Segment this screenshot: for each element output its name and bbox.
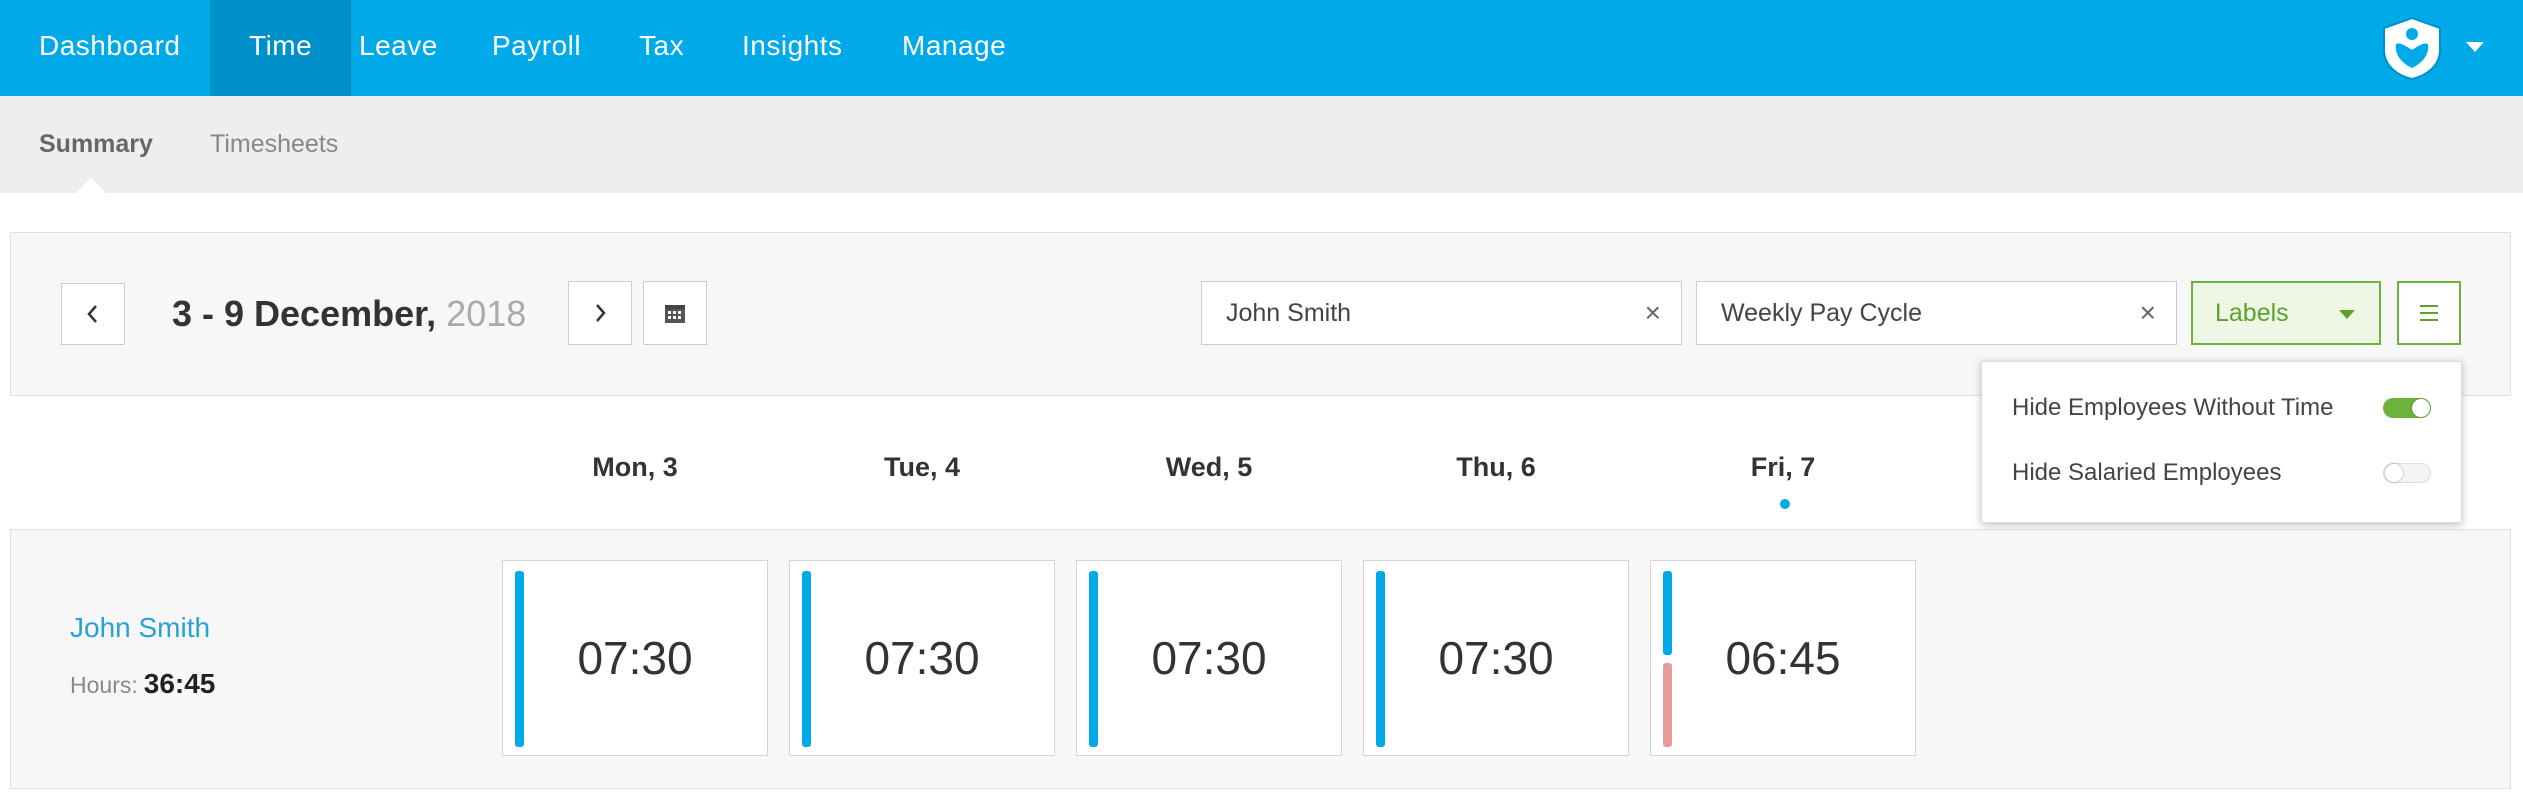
date-range-text: 3 - 9 December, (172, 293, 437, 334)
account-logo-icon[interactable] (2380, 16, 2444, 80)
nav-payroll[interactable]: Payroll (453, 0, 620, 96)
labels-dropdown-label: Labels (2215, 299, 2289, 327)
employee-filter[interactable]: John Smith × (1201, 281, 1682, 345)
hours-label: Hours: (70, 672, 138, 698)
chevron-left-icon (87, 305, 97, 323)
pay-cycle-filter[interactable]: Weekly Pay Cycle × (1696, 281, 2177, 345)
previous-week-button[interactable] (61, 283, 125, 345)
labels-dropdown[interactable]: Labels (2191, 281, 2381, 345)
timesheet-hours: 07:30 (1438, 632, 1554, 684)
active-tab-pointer (75, 178, 107, 194)
hours-total: 36:45 (143, 668, 216, 699)
date-range-title: 3 - 9 December, 2018 (172, 290, 526, 338)
timesheet-cell-fri[interactable]: 06:45 (1650, 560, 1916, 756)
day-header-wed: Wed, 5 (1165, 452, 1253, 482)
options-popover: Hide Employees Without Time Hide Salarie… (1981, 361, 2462, 523)
day-header-fri: Fri, 7 (1750, 452, 1816, 482)
pay-cycle-filter-value: Weekly Pay Cycle (1721, 299, 1922, 327)
calendar-icon (665, 305, 685, 323)
chevron-down-icon (2339, 310, 2355, 319)
hide-without-time-toggle[interactable] (2383, 398, 2431, 418)
top-nav: Dashboard Time Leave Payroll Tax Insight… (0, 0, 2523, 96)
timesheet-hours: 07:30 (1151, 632, 1267, 684)
timesheet-hours: 07:30 (864, 632, 980, 684)
nav-insights[interactable]: Insights (703, 0, 882, 96)
employee-filter-value: John Smith (1226, 299, 1352, 327)
next-week-button[interactable] (568, 281, 632, 345)
timesheet-cell-wed[interactable]: 07:30 (1076, 560, 1342, 756)
day-header-thu: Thu, 6 (1456, 452, 1536, 482)
clear-employee-close-icon[interactable]: × (1645, 282, 1661, 344)
day-header-tue: Tue, 4 (883, 452, 961, 482)
timesheet-cell-mon[interactable]: 07:30 (502, 560, 768, 756)
nav-dashboard[interactable]: Dashboard (0, 0, 219, 96)
chevron-right-icon (596, 304, 606, 322)
sub-nav: Summary Timesheets (0, 96, 2523, 193)
account-menu-chevron-down-icon[interactable] (2466, 42, 2484, 52)
toggle-knob (2385, 464, 2403, 482)
nav-manage[interactable]: Manage (863, 0, 1045, 96)
hide-without-time-label: Hide Employees Without Time (2012, 394, 2334, 421)
timesheet-cell-thu[interactable]: 07:30 (1363, 560, 1629, 756)
timesheet-hours: 07:30 (577, 632, 693, 684)
today-indicator (1780, 499, 1790, 509)
hide-salaried-label: Hide Salaried Employees (2012, 459, 2282, 486)
timesheet-cell-tue[interactable]: 07:30 (789, 560, 1055, 756)
hide-salaried-toggle[interactable] (2383, 463, 2431, 483)
clear-pay-cycle-close-icon[interactable]: × (2140, 282, 2156, 344)
employee-name-link[interactable]: John Smith (70, 612, 210, 644)
hamburger-icon (2420, 305, 2438, 307)
hours-summary: Hours: 36:45 (70, 668, 215, 700)
timesheet-hours: 06:45 (1725, 632, 1841, 684)
day-header-mon: Mon, 3 (592, 452, 678, 482)
date-range-year: 2018 (446, 293, 527, 334)
calendar-button[interactable] (643, 281, 707, 345)
toggle-knob (2412, 399, 2430, 417)
tab-timesheets[interactable]: Timesheets (210, 96, 338, 193)
options-menu-button[interactable] (2397, 281, 2461, 345)
